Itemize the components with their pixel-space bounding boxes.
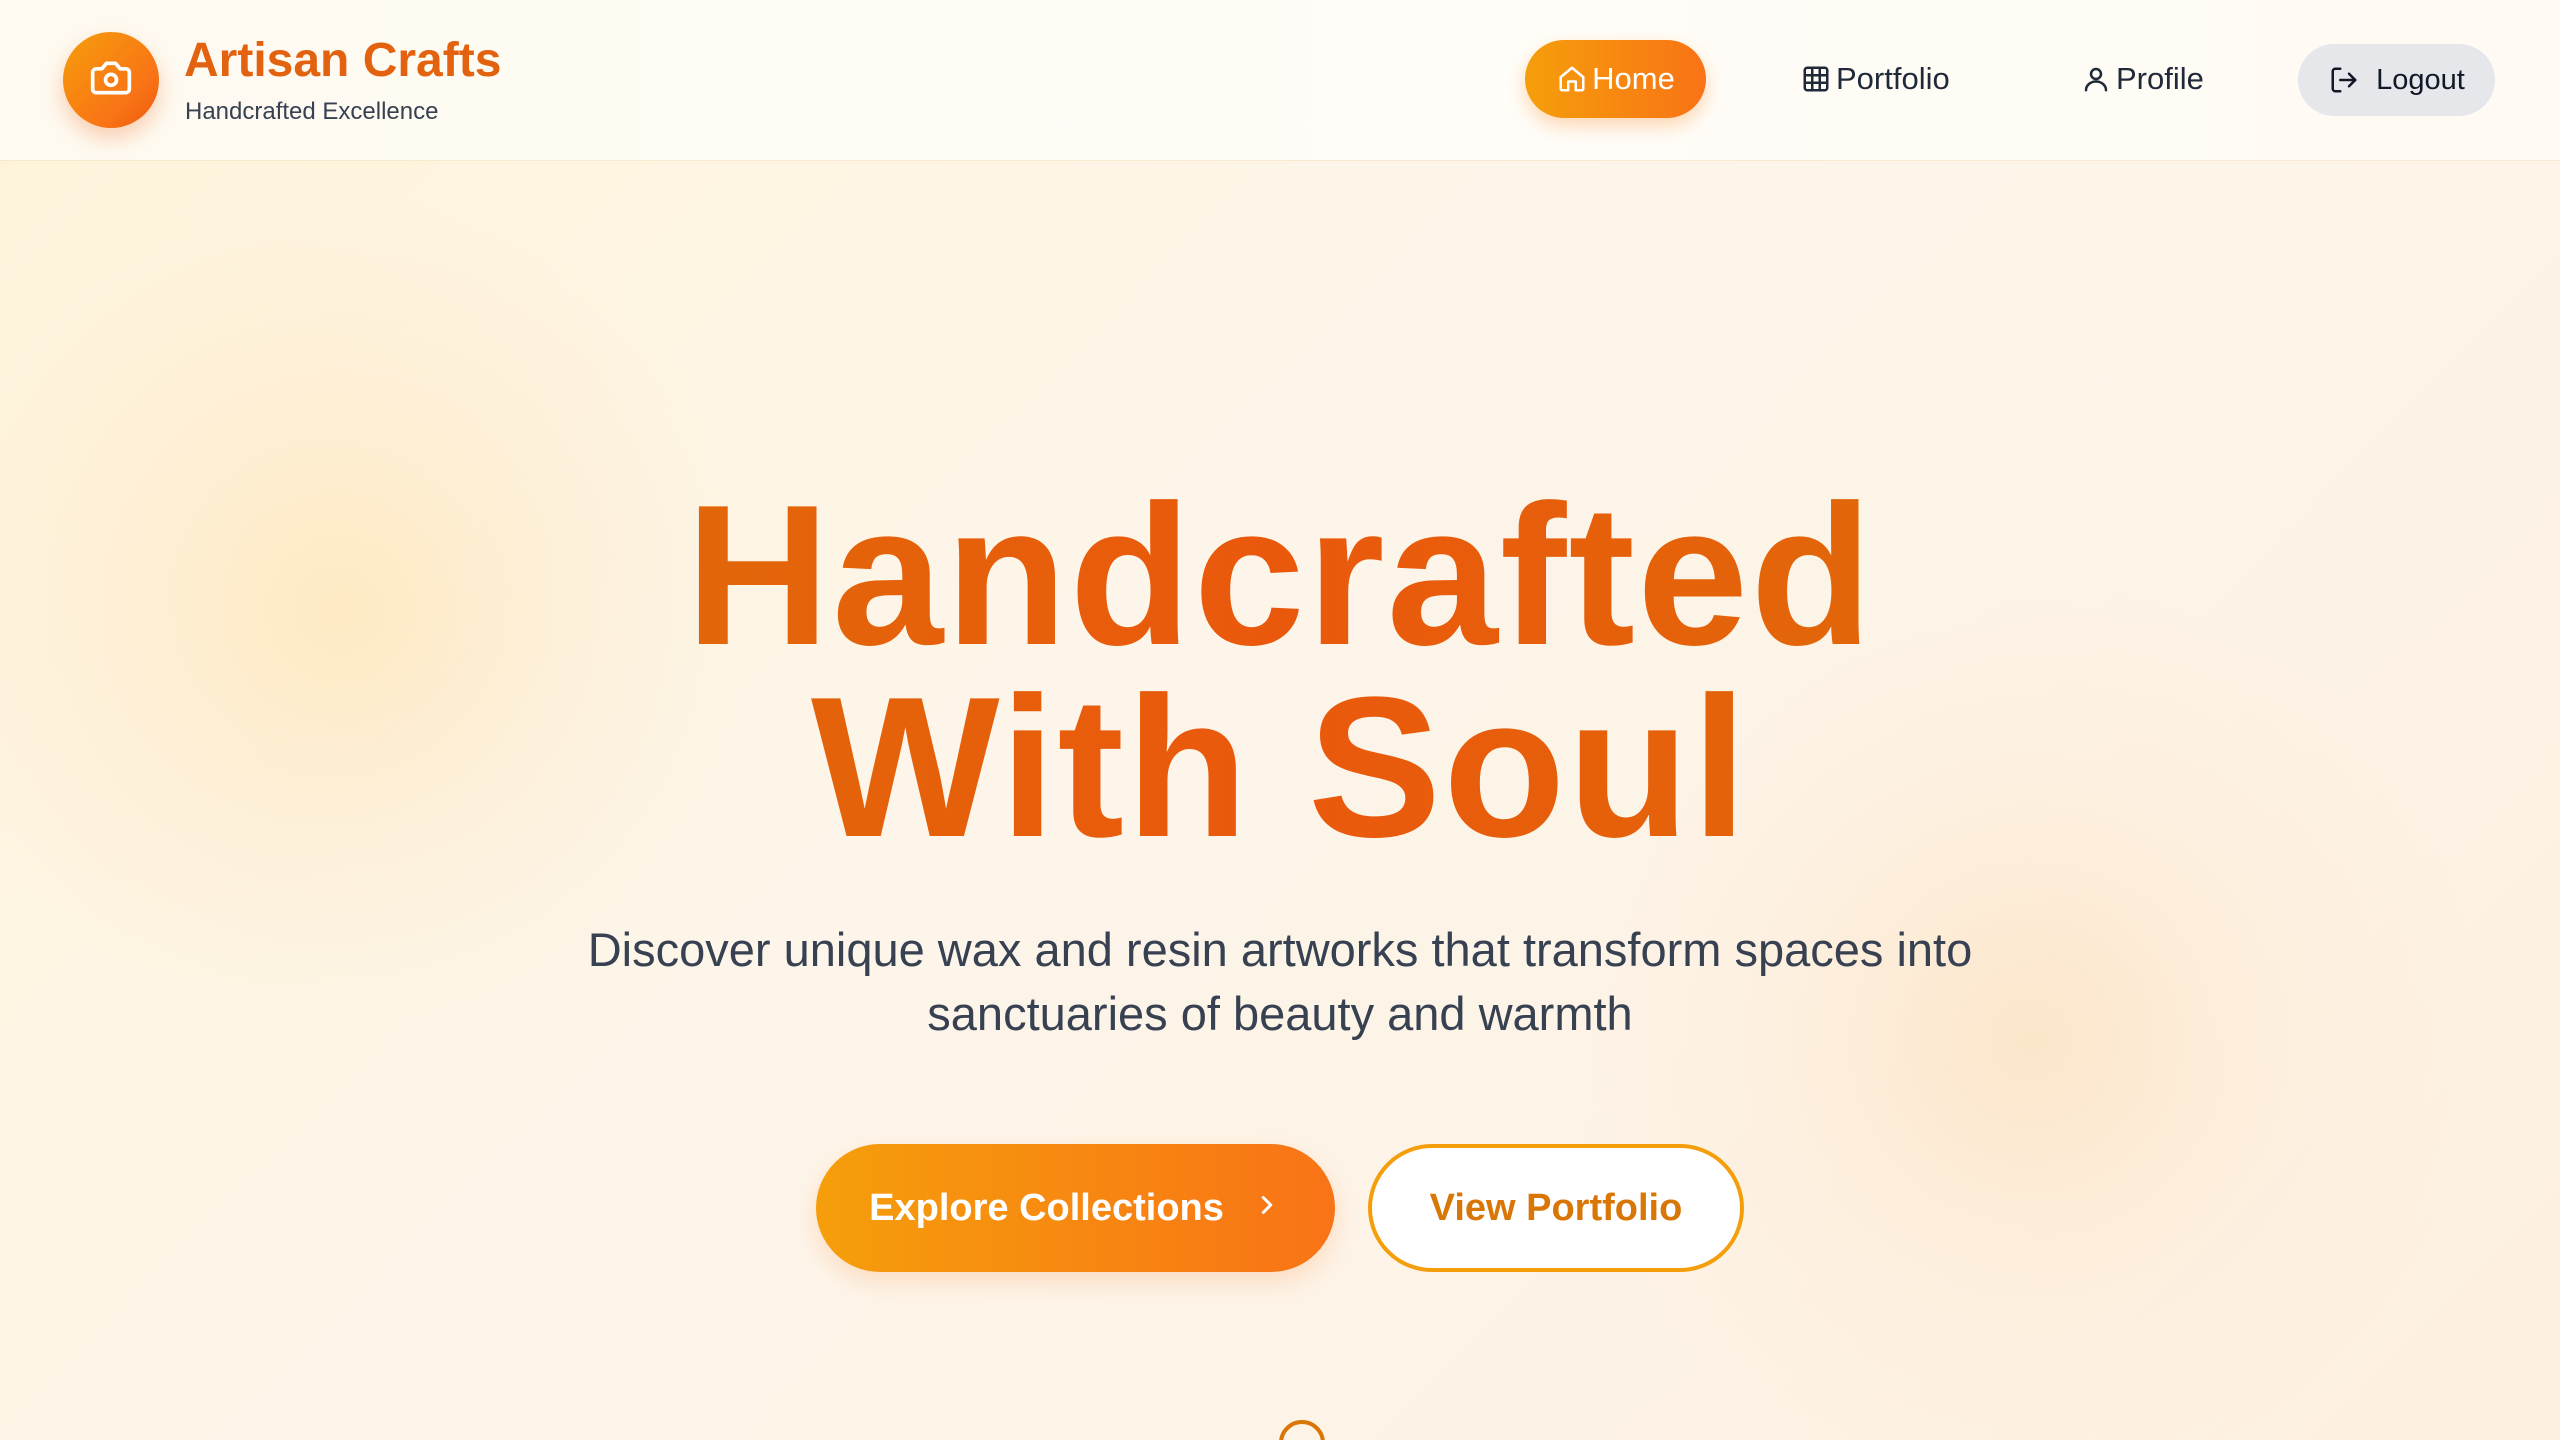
- logout-icon: [2328, 64, 2360, 96]
- brand-logo[interactable]: [63, 32, 159, 128]
- chevron-right-icon: [1252, 1187, 1282, 1230]
- nav-portfolio[interactable]: Portfolio: [1800, 40, 1960, 118]
- nav-profile[interactable]: Profile: [2080, 40, 2210, 118]
- camera-icon: [89, 56, 133, 105]
- user-icon: [2080, 63, 2112, 95]
- home-icon: [1556, 63, 1588, 95]
- explore-collections-label: Explore Collections: [869, 1186, 1224, 1229]
- hero-title-line-2: With Soul: [810, 656, 1750, 879]
- explore-collections-button[interactable]: Explore Collections: [816, 1144, 1335, 1272]
- hero-title: Handcrafted With Soul: [0, 480, 2560, 864]
- logout-label: Logout: [2376, 63, 2465, 96]
- nav-portfolio-label: Portfolio: [1836, 61, 1950, 96]
- nav-home[interactable]: Home: [1525, 40, 1706, 118]
- view-portfolio-button[interactable]: View Portfolio: [1368, 1144, 1744, 1272]
- grid-icon: [1800, 63, 1832, 95]
- top-navbar: Artisan Crafts Handcrafted Excellence Ho…: [0, 0, 2560, 160]
- brand-title[interactable]: Artisan Crafts: [184, 33, 501, 88]
- hero-description: Discover unique wax and resin artworks t…: [587, 923, 1973, 1040]
- hero-title-line-1: Handcrafted: [685, 464, 1875, 687]
- view-portfolio-label: View Portfolio: [1429, 1186, 1683, 1229]
- nav-profile-label: Profile: [2116, 61, 2204, 96]
- brand-subtitle: Handcrafted Excellence: [185, 98, 439, 125]
- nav-home-label: Home: [1592, 61, 1675, 96]
- logout-button[interactable]: Logout: [2298, 44, 2495, 116]
